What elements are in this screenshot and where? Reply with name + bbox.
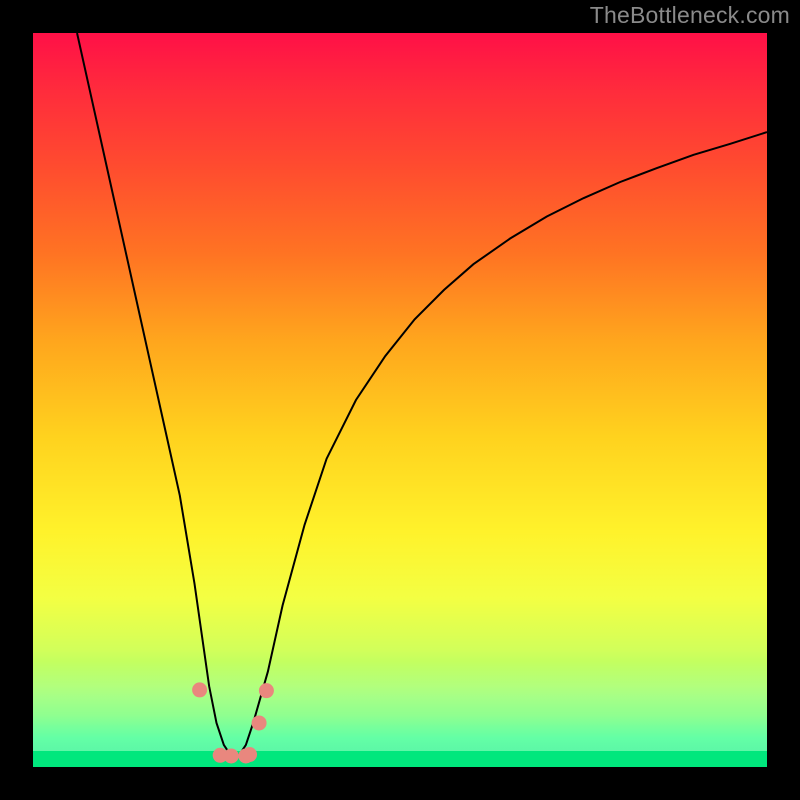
data-marker <box>259 683 274 698</box>
chart-frame: TheBottleneck.com <box>0 0 800 800</box>
chart-svg <box>33 33 767 767</box>
data-marker <box>242 747 257 762</box>
marker-group <box>192 682 274 763</box>
watermark-text: TheBottleneck.com <box>590 2 790 29</box>
bottleneck-curve <box>77 33 767 756</box>
data-marker <box>192 682 207 697</box>
plot-area <box>33 33 767 767</box>
data-marker <box>224 748 239 763</box>
data-marker <box>252 715 267 730</box>
